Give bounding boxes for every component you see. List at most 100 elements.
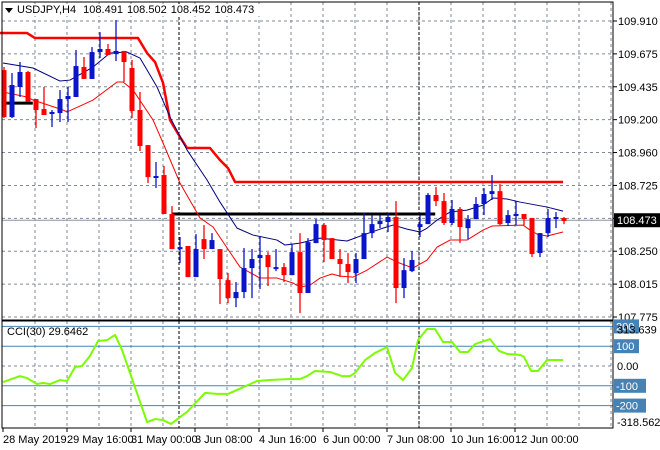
current-price-label: 108.473 (617, 215, 657, 227)
candle-bear (321, 225, 327, 241)
candle-bull (9, 85, 15, 118)
candle-bear (441, 201, 447, 224)
candle-bear (25, 72, 31, 102)
candle-bull (65, 96, 71, 100)
cci-level-label: -200 (616, 401, 638, 413)
cci-zero-label: 0.00 (617, 361, 638, 373)
candle-bear (497, 191, 503, 225)
candle-bear (81, 67, 87, 79)
price-axis-label: 109.435 (618, 82, 658, 94)
candle-bear (521, 213, 527, 220)
cci-level-label: 100 (616, 341, 634, 353)
candle-bull (449, 208, 455, 224)
candle-bear (225, 280, 231, 299)
cci-title: CCI(30) (7, 326, 46, 338)
candle-bear (161, 175, 167, 214)
candle-bull (97, 49, 103, 53)
candle-bull (545, 218, 551, 234)
price-axis-label: 108.960 (618, 148, 658, 160)
candle-bear (185, 246, 191, 278)
candle-bull (385, 217, 391, 223)
candle-bear (329, 238, 335, 260)
dropdown-triangle-icon[interactable] (5, 7, 13, 13)
candle-bear (337, 259, 343, 265)
candle-bear (297, 252, 303, 294)
candle-bull (513, 213, 519, 217)
candle-bear (393, 217, 399, 289)
candle-bull (49, 111, 55, 115)
time-axis-label: 3 Jun 08:00 (195, 434, 253, 446)
candle-bull (553, 217, 559, 220)
candle-bull (73, 66, 79, 97)
candle-bear (129, 67, 135, 111)
candle-bull (465, 219, 471, 229)
time-axis-label: 12 Jun 00:00 (515, 434, 579, 446)
candle-bull (249, 259, 255, 269)
candle-bull (57, 99, 63, 114)
candle-bull (417, 224, 423, 228)
candle-bear (137, 110, 143, 147)
candle-bear (41, 109, 47, 115)
candle-bear (33, 99, 39, 111)
symbol-label: USDJPY,H4 (17, 4, 77, 16)
time-axis-label: 7 Jun 08:00 (387, 434, 445, 446)
open-value: 108.491 (83, 4, 123, 16)
time-axis-label: 31 May 00:00 (131, 434, 198, 446)
time-axis-label: 6 Jun 00:00 (323, 434, 381, 446)
time-axis-label: 28 May 2019 (3, 434, 67, 446)
price-axis-label: 109.910 (618, 16, 658, 28)
cci-max-label: 313.639 (617, 324, 657, 336)
candle-bull (273, 267, 279, 270)
candle-bull (17, 72, 23, 87)
candle-bear (561, 218, 567, 222)
cci-pane-frame (1, 320, 614, 429)
cci-min-label: -318.5623 (617, 417, 660, 429)
candle-bear (457, 208, 463, 228)
chart-header: USDJPY,H4 108.491 108.502 108.452 108.473 (5, 4, 262, 16)
candle-bull (505, 215, 511, 224)
candle-bull (425, 194, 431, 225)
price-axis-label: 108.725 (618, 180, 658, 192)
candle-bull (313, 224, 319, 244)
low-value: 108.452 (170, 4, 211, 16)
candle-bear (169, 213, 175, 250)
price-axis-label: 109.200 (618, 115, 658, 127)
candle-bear (281, 267, 287, 276)
candle-bear (433, 194, 439, 202)
time-axis-label: 4 Jun 16:00 (259, 434, 317, 446)
candle-bull (257, 255, 263, 259)
candle-bull (401, 270, 407, 289)
candle-bull (361, 233, 367, 260)
price-axis-label: 108.015 (618, 279, 658, 291)
candle-bear (529, 218, 535, 255)
candle-bull (193, 249, 199, 278)
cci-value: 29.6462 (48, 326, 89, 338)
candle-bear (105, 49, 111, 55)
candle-bull (241, 268, 247, 293)
candle-bull (353, 259, 359, 274)
candle-bull (153, 176, 159, 179)
high-value: 108.502 (126, 4, 167, 16)
candle-bull (473, 204, 479, 220)
candle-bull (233, 292, 239, 299)
candle-bear (145, 145, 151, 178)
candle-bull (209, 240, 215, 250)
candle-bull (177, 247, 183, 250)
cci-header: CCI(30) 29.6462 (7, 326, 91, 338)
candle-bear (345, 264, 351, 273)
candle-bull (409, 260, 415, 272)
candle-bull (305, 242, 311, 294)
candle-bull (377, 221, 383, 225)
candle-bear (265, 255, 271, 268)
moving-average-line (2, 51, 564, 246)
time-axis-label: 10 Jun 16:00 (451, 434, 515, 446)
candle-bull (489, 191, 495, 195)
time-axis-label: 29 May 16:00 (67, 434, 134, 446)
candle-bear (201, 239, 207, 250)
envelope-low-line (2, 81, 564, 288)
candle-bear (217, 249, 223, 280)
price-chart[interactable]: 109.910 109.675 109.435 109.200 108.960 108.7… (0, 0, 660, 450)
price-axis-label: 109.675 (618, 49, 658, 61)
candle-bull (289, 252, 295, 276)
candle-bull (481, 194, 487, 205)
